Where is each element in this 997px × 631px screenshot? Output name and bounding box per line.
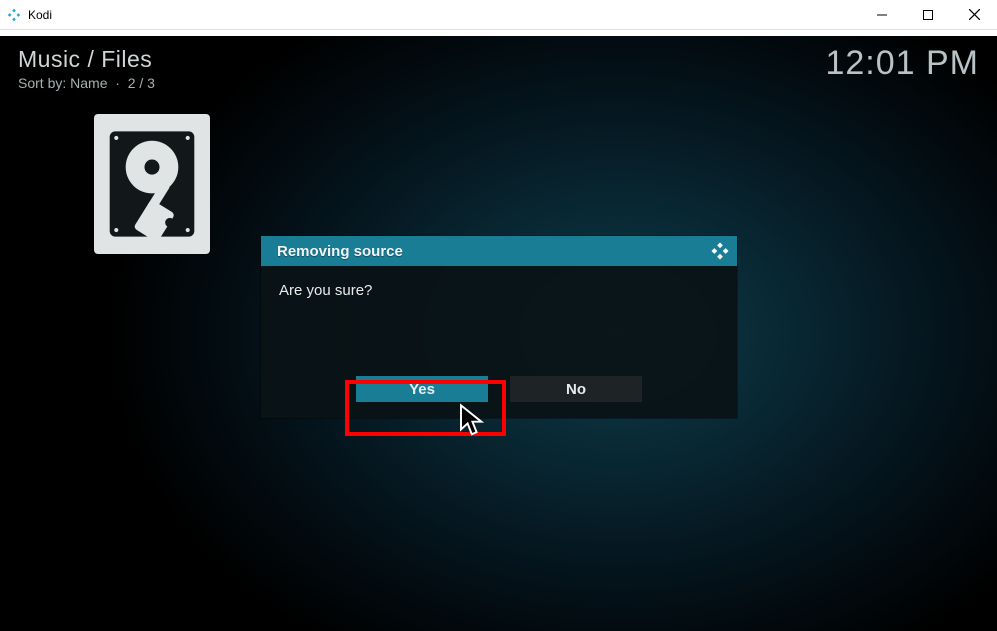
window-titlebar: Kodi (0, 0, 997, 30)
dialog-message: Are you sure? (261, 266, 737, 376)
sort-label: Sort by: Name (18, 75, 107, 91)
minimize-button[interactable] (859, 0, 905, 30)
kodi-logo-icon (711, 242, 729, 260)
clock: 12:01 PM (825, 44, 979, 83)
yes-button[interactable]: Yes (356, 376, 488, 402)
breadcrumb: Music / Files (18, 46, 155, 73)
maximize-button[interactable] (905, 0, 951, 30)
kodi-main-window: Music / Files Sort by: Name · 2 / 3 12:0… (0, 36, 997, 631)
dialog-title: Removing source (277, 243, 403, 260)
dialog-header: Removing source (261, 236, 737, 266)
kodi-app-icon (6, 7, 22, 23)
kodi-header: Music / Files Sort by: Name · 2 / 3 (18, 46, 155, 91)
no-button[interactable]: No (510, 376, 642, 402)
confirm-dialog: Removing source Are you sure? Yes No (261, 236, 737, 418)
window-title: Kodi (28, 8, 52, 22)
position-label: 2 / 3 (128, 75, 155, 91)
sort-and-position: Sort by: Name · 2 / 3 (18, 75, 155, 91)
close-button[interactable] (951, 0, 997, 30)
hard-drive-icon (94, 114, 210, 254)
window-controls (859, 0, 997, 30)
dialog-buttons: Yes No (261, 376, 737, 418)
